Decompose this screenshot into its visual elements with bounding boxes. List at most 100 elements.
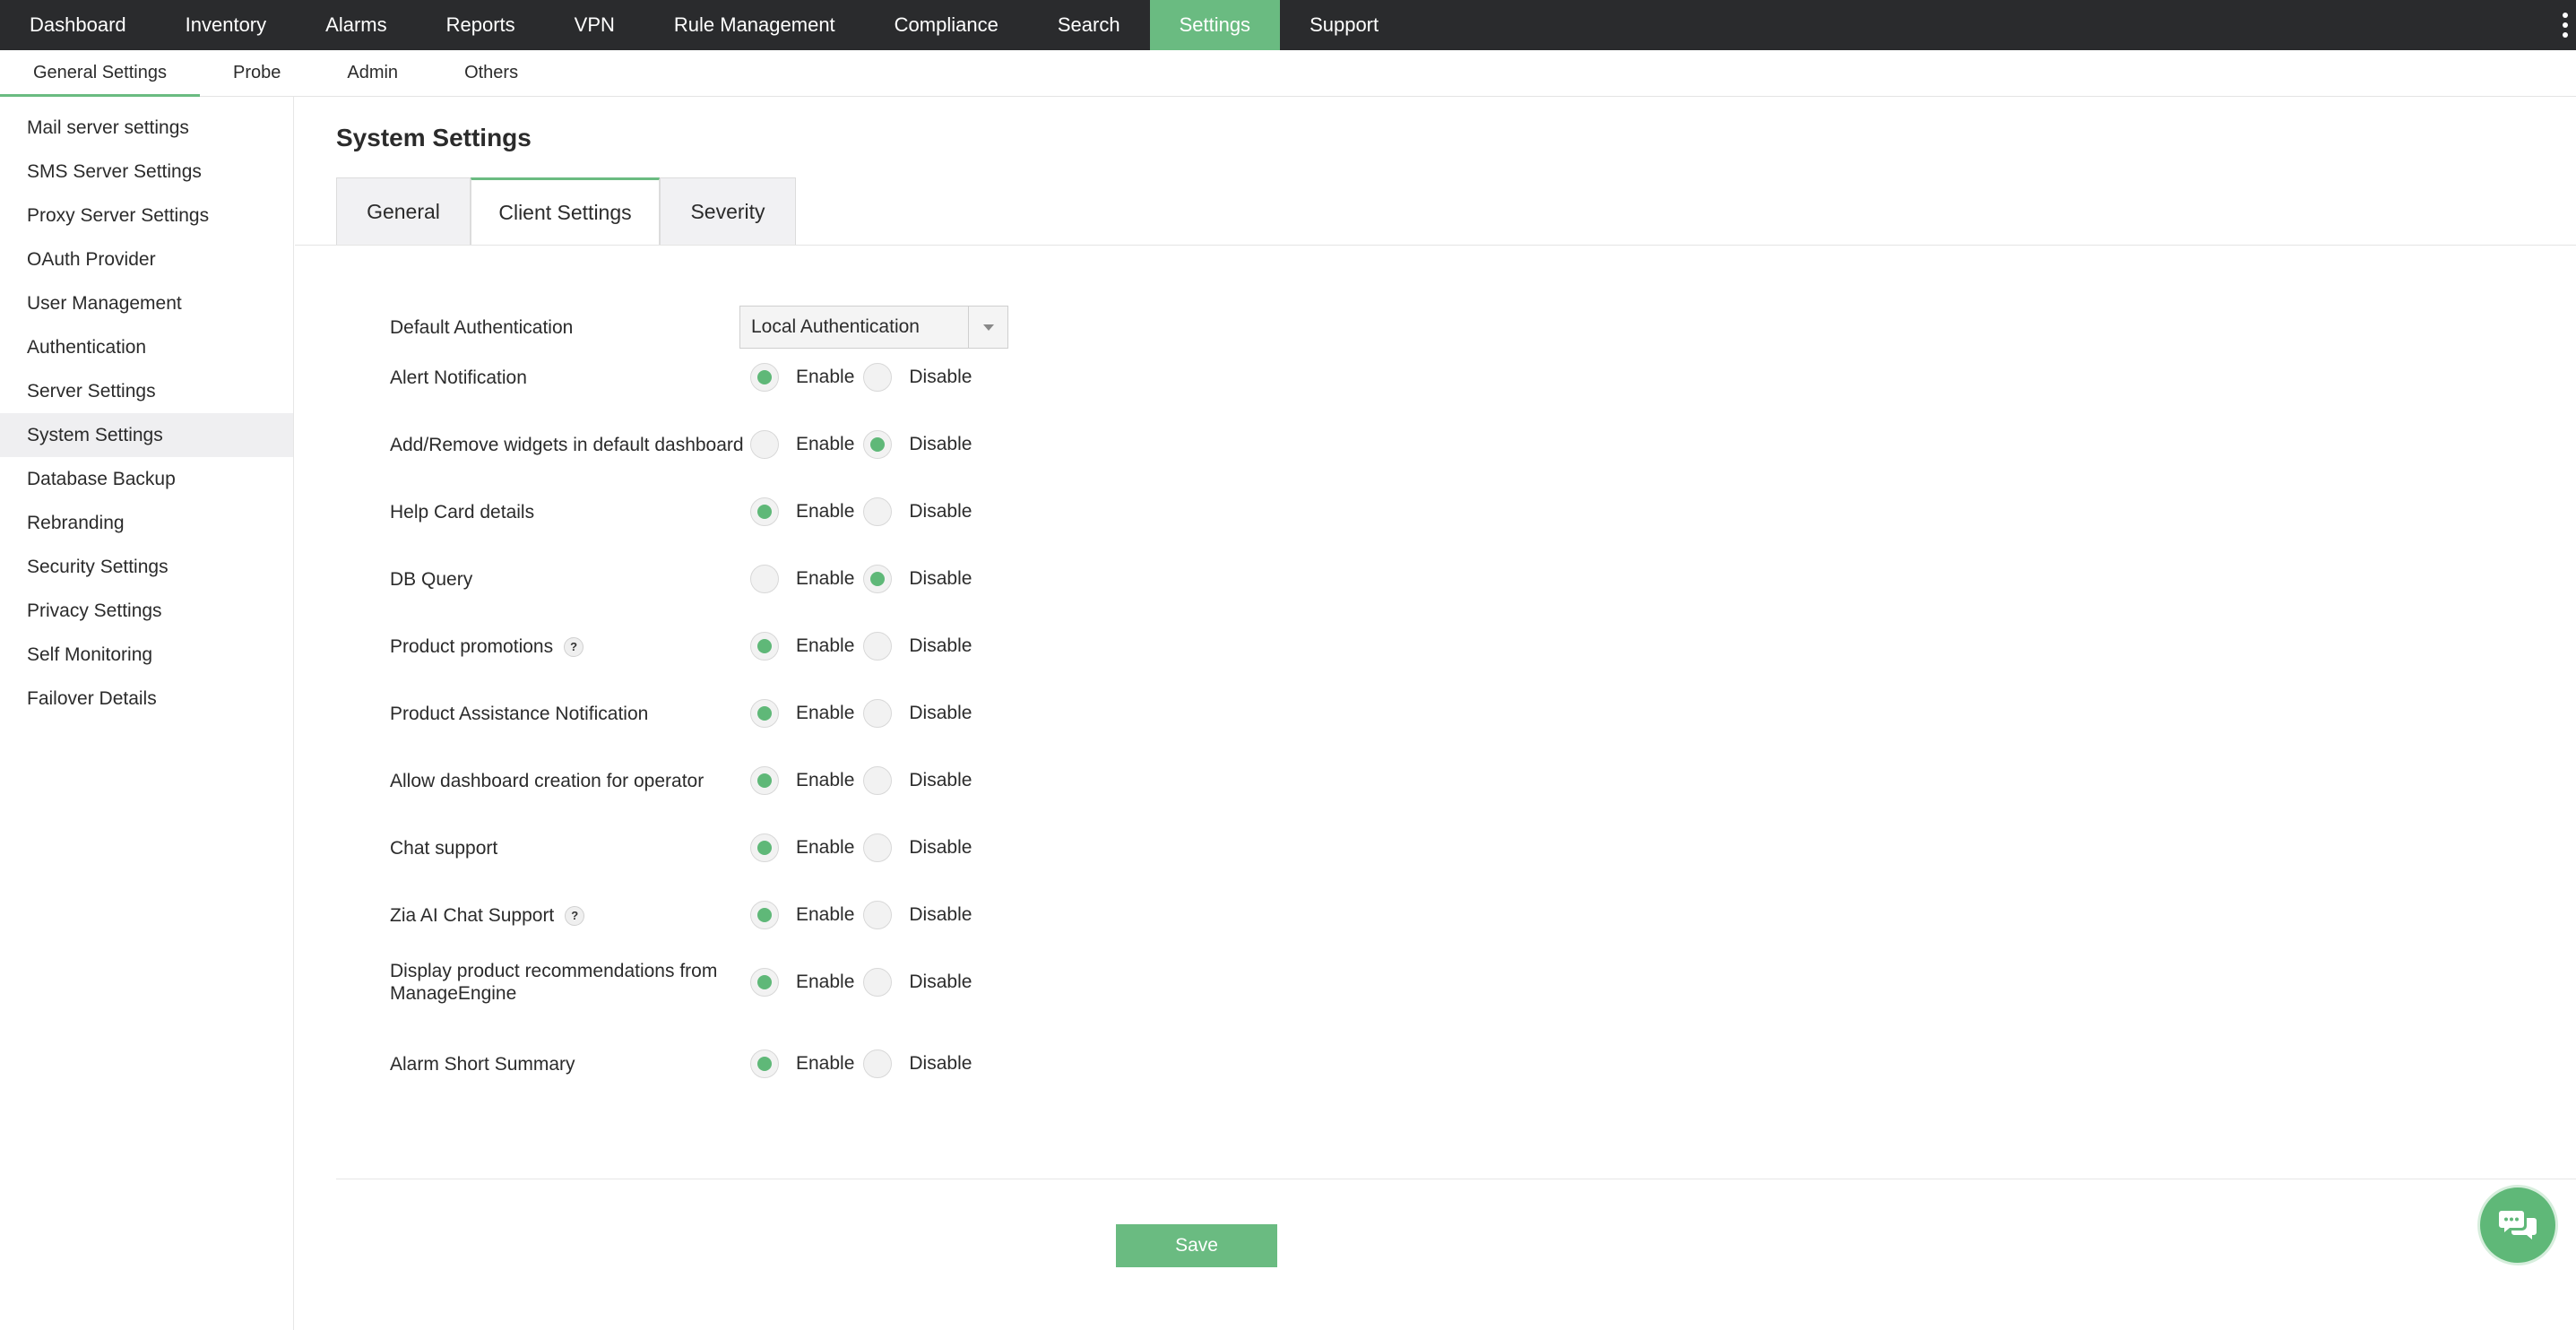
disable-option[interactable]: Disable — [863, 699, 972, 728]
enable-radio[interactable] — [750, 632, 779, 661]
nav-reports[interactable]: Reports — [417, 0, 545, 50]
chat-button[interactable] — [2477, 1185, 2558, 1265]
subnav-others[interactable]: Others — [431, 50, 551, 96]
sidebar-item-security-settings[interactable]: Security Settings — [0, 545, 293, 589]
disable-option[interactable]: Disable — [863, 565, 972, 593]
enable-option[interactable]: Enable — [750, 1049, 854, 1078]
enable-option[interactable]: Enable — [750, 968, 854, 997]
subnav-admin[interactable]: Admin — [314, 50, 431, 96]
enable-label: Enable — [796, 434, 855, 454]
disable-option[interactable]: Disable — [863, 632, 972, 661]
enable-label: Enable — [796, 770, 855, 790]
settings-tabs: General Client Settings Severity — [336, 177, 796, 246]
enable-radio[interactable] — [750, 565, 779, 593]
chevron-down-icon[interactable] — [968, 307, 1007, 348]
enable-option[interactable]: Enable — [750, 497, 854, 526]
sidebar-item-user-management[interactable]: User Management — [0, 281, 293, 325]
disable-radio[interactable] — [863, 363, 893, 392]
nav-support[interactable]: Support — [1280, 0, 1408, 50]
enable-option[interactable]: Enable — [750, 833, 854, 862]
enable-option[interactable]: Enable — [750, 901, 854, 929]
nav-inventory[interactable]: Inventory — [156, 0, 297, 50]
help-icon[interactable]: ? — [564, 636, 584, 657]
setting-row-zia-ai-chat-support: Zia AI Chat Support? Enable Disable — [390, 889, 981, 941]
enable-radio[interactable] — [750, 968, 779, 997]
enable-label: Enable — [796, 904, 855, 925]
sidebar-item-failover-details[interactable]: Failover Details — [0, 677, 293, 721]
setting-label-text: Product Assistance Notification — [390, 703, 649, 724]
subnav-probe[interactable]: Probe — [200, 50, 314, 96]
sidebar-item-database-backup[interactable]: Database Backup — [0, 457, 293, 501]
kebab-dot — [2563, 13, 2568, 18]
disable-radio[interactable] — [863, 1049, 893, 1078]
disable-option[interactable]: Disable — [863, 901, 972, 929]
tab-severity[interactable]: Severity — [660, 177, 796, 246]
kebab-menu-icon[interactable] — [2560, 13, 2571, 38]
disable-option[interactable]: Disable — [863, 363, 972, 392]
tab-client-settings[interactable]: Client Settings — [471, 177, 660, 246]
disable-label: Disable — [909, 568, 972, 589]
enable-radio[interactable] — [750, 497, 779, 526]
nav-rule-management[interactable]: Rule Management — [644, 0, 865, 50]
enable-radio[interactable] — [750, 901, 779, 929]
disable-label: Disable — [909, 837, 972, 858]
enable-radio[interactable] — [750, 430, 779, 459]
disable-option[interactable]: Disable — [863, 833, 972, 862]
disable-radio[interactable] — [863, 766, 893, 795]
enable-option[interactable]: Enable — [750, 430, 854, 459]
sidebar-item-privacy-settings[interactable]: Privacy Settings — [0, 589, 293, 633]
sidebar-item-mail-server[interactable]: Mail server settings — [0, 106, 293, 150]
help-icon[interactable]: ? — [565, 905, 585, 926]
sidebar-item-proxy-server[interactable]: Proxy Server Settings — [0, 194, 293, 238]
default-auth-select[interactable]: Local Authentication — [739, 306, 1008, 349]
setting-label: Chat support — [390, 837, 750, 859]
enable-option[interactable]: Enable — [750, 363, 854, 392]
tab-general[interactable]: General — [336, 177, 471, 246]
enable-label: Enable — [796, 837, 855, 858]
sidebar-item-oauth-provider[interactable]: OAuth Provider — [0, 238, 293, 281]
disable-option[interactable]: Disable — [863, 766, 972, 795]
setting-label-text: DB Query — [390, 568, 473, 590]
disable-option[interactable]: Disable — [863, 968, 972, 997]
disable-option[interactable]: Disable — [863, 430, 972, 459]
disable-radio[interactable] — [863, 968, 893, 997]
sidebar-item-self-monitoring[interactable]: Self Monitoring — [0, 633, 293, 677]
sidebar-item-sms-server[interactable]: SMS Server Settings — [0, 150, 293, 194]
sidebar-item-authentication[interactable]: Authentication — [0, 325, 293, 369]
disable-label: Disable — [909, 972, 972, 992]
enable-radio[interactable] — [750, 1049, 779, 1078]
sidebar-item-rebranding[interactable]: Rebranding — [0, 501, 293, 545]
nav-dashboard[interactable]: Dashboard — [0, 0, 156, 50]
disable-option[interactable]: Disable — [863, 1049, 972, 1078]
setting-label-text: Chat support — [390, 837, 498, 859]
enable-option[interactable]: Enable — [750, 766, 854, 795]
nav-settings[interactable]: Settings — [1149, 0, 1281, 50]
disable-radio[interactable] — [863, 699, 893, 728]
enable-label: Enable — [796, 635, 855, 656]
sidebar-item-server-settings[interactable]: Server Settings — [0, 369, 293, 413]
disable-radio[interactable] — [863, 632, 893, 661]
enable-option[interactable]: Enable — [750, 632, 854, 661]
disable-radio[interactable] — [863, 430, 893, 459]
sidebar-item-system-settings[interactable]: System Settings — [0, 413, 293, 457]
nav-vpn[interactable]: VPN — [545, 0, 644, 50]
setting-row-allow-dashboard-creation-for-operator: Allow dashboard creation for operator Ena… — [390, 755, 981, 807]
disable-radio[interactable] — [863, 901, 893, 929]
disable-option[interactable]: Disable — [863, 497, 972, 526]
enable-radio[interactable] — [750, 363, 779, 392]
nav-search[interactable]: Search — [1028, 0, 1150, 50]
disable-radio[interactable] — [863, 565, 893, 593]
enable-option[interactable]: Enable — [750, 699, 854, 728]
enable-option[interactable]: Enable — [750, 565, 854, 593]
enable-radio[interactable] — [750, 833, 779, 862]
subnav-general-settings[interactable]: General Settings — [0, 50, 200, 97]
setting-label-text: Display product recommendations from Man… — [390, 961, 718, 1004]
enable-radio[interactable] — [750, 699, 779, 728]
settings-sidebar: Mail server settings SMS Server Settings… — [0, 97, 294, 1330]
save-button[interactable]: Save — [1116, 1224, 1277, 1267]
nav-alarms[interactable]: Alarms — [296, 0, 416, 50]
disable-radio[interactable] — [863, 497, 893, 526]
enable-radio[interactable] — [750, 766, 779, 795]
disable-radio[interactable] — [863, 833, 893, 862]
nav-compliance[interactable]: Compliance — [865, 0, 1028, 50]
